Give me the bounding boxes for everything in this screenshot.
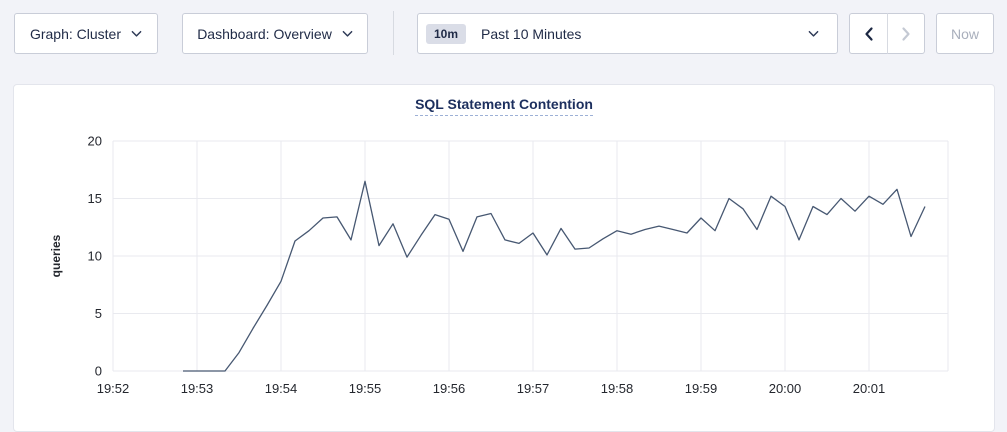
svg-text:19:55: 19:55 [349,381,382,396]
svg-text:10: 10 [88,249,102,264]
svg-text:19:52: 19:52 [97,381,130,396]
svg-text:20: 20 [88,134,102,149]
graph-selector-dropdown[interactable]: Graph: Cluster [14,13,158,54]
sql-statement-contention-chart[interactable]: 0 5 10 15 20 19:52 19:53 19:54 19:55 19:56 19:57 19… [14,123,996,405]
svg-text:0: 0 [95,364,102,379]
svg-text:19:58: 19:58 [601,381,634,396]
svg-text:19:57: 19:57 [517,381,550,396]
svg-text:queries: queries [49,234,63,277]
svg-text:19:59: 19:59 [685,381,718,396]
now-button[interactable]: Now [936,13,994,54]
svg-text:15: 15 [88,191,102,206]
time-window-label: Past 10 Minutes [481,26,581,42]
svg-text:19:56: 19:56 [433,381,466,396]
chevron-down-icon [131,30,142,38]
time-range-dropdown[interactable]: 10m Past 10 Minutes [417,13,838,54]
chevron-down-icon [808,30,819,38]
svg-text:19:54: 19:54 [265,381,298,396]
graph-selector-label: Graph: Cluster [30,26,121,42]
chevron-right-icon [894,22,918,46]
dashboard-selector-label: Dashboard: Overview [197,26,332,42]
chart-title-row: SQL Statement Contention [14,96,994,118]
chart-panel: SQL Statement Contention 0 5 10 15 20 19:52 19… [13,84,995,432]
time-forward-button[interactable] [887,13,925,54]
svg-text:20:00: 20:00 [769,381,802,396]
chart-title[interactable]: SQL Statement Contention [415,96,593,116]
dashboard-selector-dropdown[interactable]: Dashboard: Overview [182,13,368,54]
chevron-left-icon [857,22,881,46]
svg-text:5: 5 [95,306,102,321]
time-window-badge: 10m [426,24,466,44]
time-back-button[interactable] [849,13,887,54]
time-nav-group [849,13,925,54]
toolbar: Graph: Cluster Dashboard: Overview 10m P… [0,13,1007,54]
chevron-down-icon [342,30,353,38]
svg-text:19:53: 19:53 [181,381,214,396]
svg-text:20:01: 20:01 [853,381,886,396]
toolbar-divider [393,11,394,55]
